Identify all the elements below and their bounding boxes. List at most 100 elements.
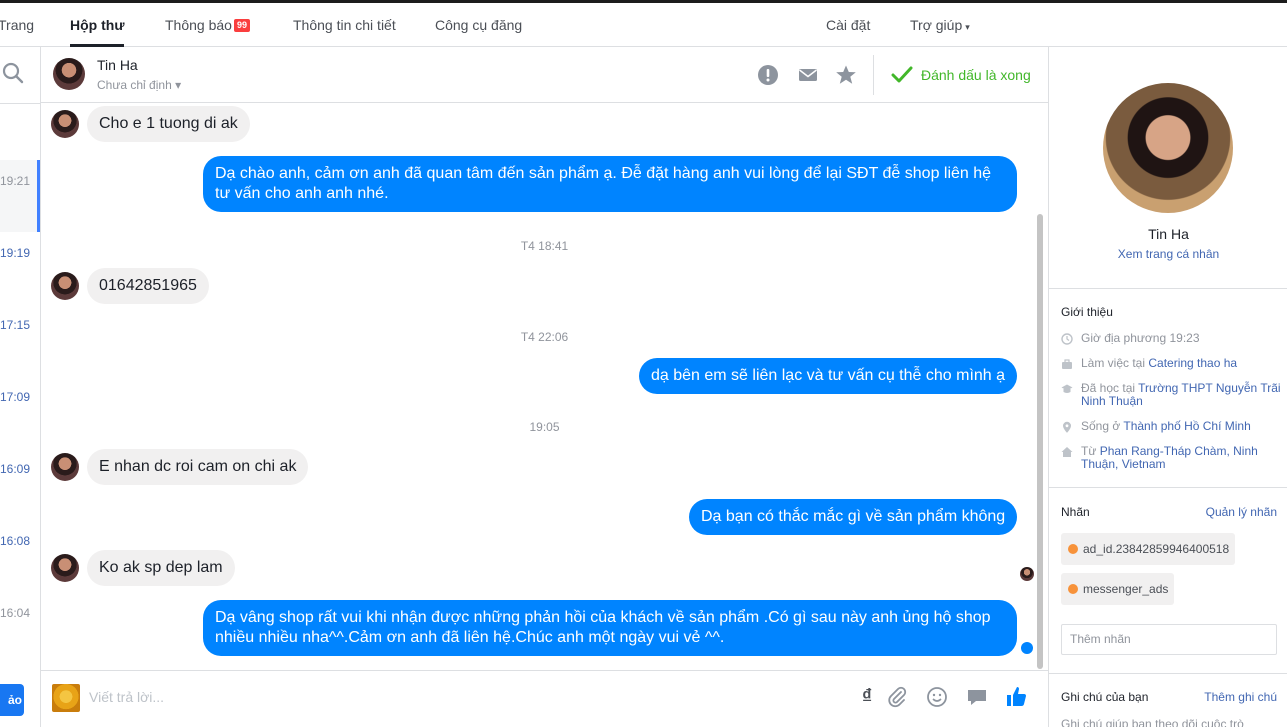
seen-avatar [1020, 567, 1034, 581]
attachment-icon[interactable] [885, 685, 909, 709]
label-tag-text: ad_id.23842859946400518 [1083, 542, 1230, 556]
profile-avatar [1103, 83, 1233, 213]
tab-page-label: Trang [0, 17, 35, 33]
checkmark-icon [891, 66, 913, 83]
help-menu[interactable]: Trợ giúp ▾ [910, 3, 970, 47]
contact-name[interactable]: Tin Ha [97, 57, 138, 73]
lives-row: Sống ở Thành phố Hồ Chí Minh [1061, 420, 1281, 433]
thread-scrollbar[interactable] [1037, 214, 1043, 669]
alert-icon[interactable] [757, 64, 779, 86]
location-pin-icon [1063, 421, 1071, 433]
star-icon[interactable] [835, 64, 857, 86]
list-divider [0, 103, 40, 104]
outgoing-message[interactable]: Dạ bạn có thắc mắc gì về sản phẩm không [689, 499, 1018, 535]
hometown-prefix: Từ [1081, 444, 1100, 458]
like-icon[interactable] [1005, 685, 1029, 709]
tab-page[interactable]: Trang [0, 3, 34, 47]
tab-publishing-tools-label: Công cụ đăng [435, 17, 523, 33]
timestamp-divider: T4 22:06 [520, 330, 569, 344]
about-section-title: Giới thiệu [1061, 305, 1113, 319]
chevron-down-icon: ▾ [965, 22, 970, 32]
label-tag[interactable]: messenger_ads [1061, 573, 1175, 605]
manage-labels-link[interactable]: Quản lý nhãn [1206, 505, 1277, 519]
avatar [53, 58, 85, 90]
hometown-place-link[interactable]: Phan Rang-Tháp Chàm, Ninh Thuận, Vietnam [1081, 444, 1258, 471]
list-item-time[interactable]: 19:19 [0, 246, 30, 260]
chevron-down-icon: ▾ [175, 78, 182, 92]
add-note-link[interactable]: Thêm ghi chú [1204, 690, 1277, 704]
tab-insights[interactable]: Thông tin chi tiết [293, 3, 396, 47]
work-row: Làm việc tại Catering thao ha [1061, 357, 1281, 370]
outgoing-message[interactable]: dạ bên em sẽ liên lạc và tư vấn cụ thễ c… [639, 358, 1018, 394]
add-label-input[interactable]: Thêm nhãn [1061, 624, 1277, 655]
tab-inbox[interactable]: Hộp thư [70, 3, 125, 47]
notes-section-title: Ghi chú của bạn [1061, 690, 1149, 704]
timestamp-divider: T4 18:41 [520, 239, 569, 253]
avatar [51, 453, 79, 481]
notifications-count-badge: 99 [233, 19, 250, 32]
work-place-link[interactable]: Catering thao ha [1148, 356, 1237, 370]
page-avatar [52, 684, 80, 712]
incoming-message[interactable]: 01642851965 [87, 268, 209, 304]
tab-publishing-tools[interactable]: Công cụ đăng [435, 3, 522, 47]
delivered-check-icon [1021, 642, 1033, 654]
message-thread: Cho e 1 tuong di ak Dạ chào anh, cảm ơn … [41, 104, 1048, 670]
section-divider [1049, 288, 1287, 289]
notes-hint-text: Ghi chú giúp bạn theo dõi cuộc trò [1061, 717, 1244, 727]
conversation-header: Tin Ha Chưa chỉ định ▾ Đánh dấu là xong [41, 47, 1048, 103]
graduation-cap-icon [1061, 384, 1073, 393]
currency-icon[interactable]: ₫ [855, 685, 879, 709]
list-item-time[interactable]: 17:15 [0, 318, 30, 332]
briefcase-icon [1062, 359, 1072, 369]
page-top-nav: Trang Hộp thư Thông báo 99 Thông tin chi … [0, 3, 1287, 47]
partial-action-button[interactable]: ảo [0, 684, 24, 716]
selected-conversation[interactable] [0, 160, 38, 232]
emoji-icon[interactable] [925, 685, 949, 709]
profile-name: Tin Ha [1148, 226, 1189, 242]
search-icon[interactable] [1, 61, 25, 85]
incoming-message[interactable]: Ko ak sp dep lam [87, 550, 235, 586]
label-dot-icon [1068, 584, 1078, 594]
list-item-time[interactable]: 16:09 [0, 462, 30, 476]
assignment-dropdown[interactable]: Chưa chỉ định ▾ [97, 78, 181, 92]
hometown-row: Từ Phan Rang-Tháp Chàm, Ninh Thuận, Viet… [1061, 445, 1281, 471]
mark-done-button[interactable]: Đánh dấu là xong [891, 63, 1031, 87]
tab-notifications[interactable]: Thông báo 99 [165, 3, 250, 47]
label-tag[interactable]: ad_id.23842859946400518 [1061, 533, 1236, 565]
settings-link[interactable]: Cài đặt [826, 3, 870, 47]
work-prefix: Làm việc tại [1081, 356, 1149, 370]
list-item-time[interactable]: 16:08 [0, 534, 30, 548]
outgoing-message[interactable]: Dạ chào anh, cảm ơn anh đã quan tâm đến … [203, 156, 1017, 212]
outgoing-message[interactable]: Dạ vâng shop rất vui khi nhận được những… [203, 600, 1017, 656]
section-divider [1049, 487, 1287, 488]
help-label: Trợ giúp [910, 17, 963, 33]
list-item-time[interactable]: 17:09 [0, 390, 30, 404]
timestamp-divider: 19:05 [529, 420, 560, 434]
tab-notifications-label: Thông báo [165, 17, 232, 33]
clock-icon [1061, 333, 1073, 345]
list-item-time[interactable]: 16:04 [0, 606, 30, 620]
incoming-message[interactable]: E nhan dc roi cam on chi ak [87, 449, 309, 485]
profile-panel: Tin Ha Xem trang cá nhân Giới thiệu Giờ … [1048, 47, 1287, 727]
local-time-text: Giờ địa phương 19:23 [1081, 331, 1200, 345]
settings-label: Cài đặt [826, 17, 871, 33]
reply-input[interactable]: Viết trả lời... [89, 689, 164, 705]
labels-section-title: Nhãn [1061, 505, 1090, 519]
sticker-icon[interactable] [965, 685, 989, 709]
envelope-icon[interactable] [797, 64, 819, 86]
lives-place-link[interactable]: Thành phố Hồ Chí Minh [1123, 419, 1250, 433]
local-time-row: Giờ địa phương 19:23 [1061, 332, 1281, 345]
tab-insights-label: Thông tin chi tiết [293, 17, 396, 33]
view-profile-link[interactable]: Xem trang cá nhân [1049, 247, 1287, 261]
avatar [51, 110, 79, 138]
selected-indicator [37, 160, 40, 232]
education-row: Đã học tại Trường THPT Nguyễn Trãi Ninh … [1061, 382, 1281, 408]
assignment-label: Chưa chỉ định [97, 78, 172, 92]
study-prefix: Đã học tại [1081, 381, 1139, 395]
list-item-time: 19:21 [0, 174, 31, 188]
header-divider [873, 55, 874, 95]
home-icon [1061, 447, 1073, 457]
incoming-message[interactable]: Cho e 1 tuong di ak [87, 106, 250, 142]
avatar [51, 272, 79, 300]
reply-composer: Viết trả lời... ₫ [41, 670, 1048, 727]
